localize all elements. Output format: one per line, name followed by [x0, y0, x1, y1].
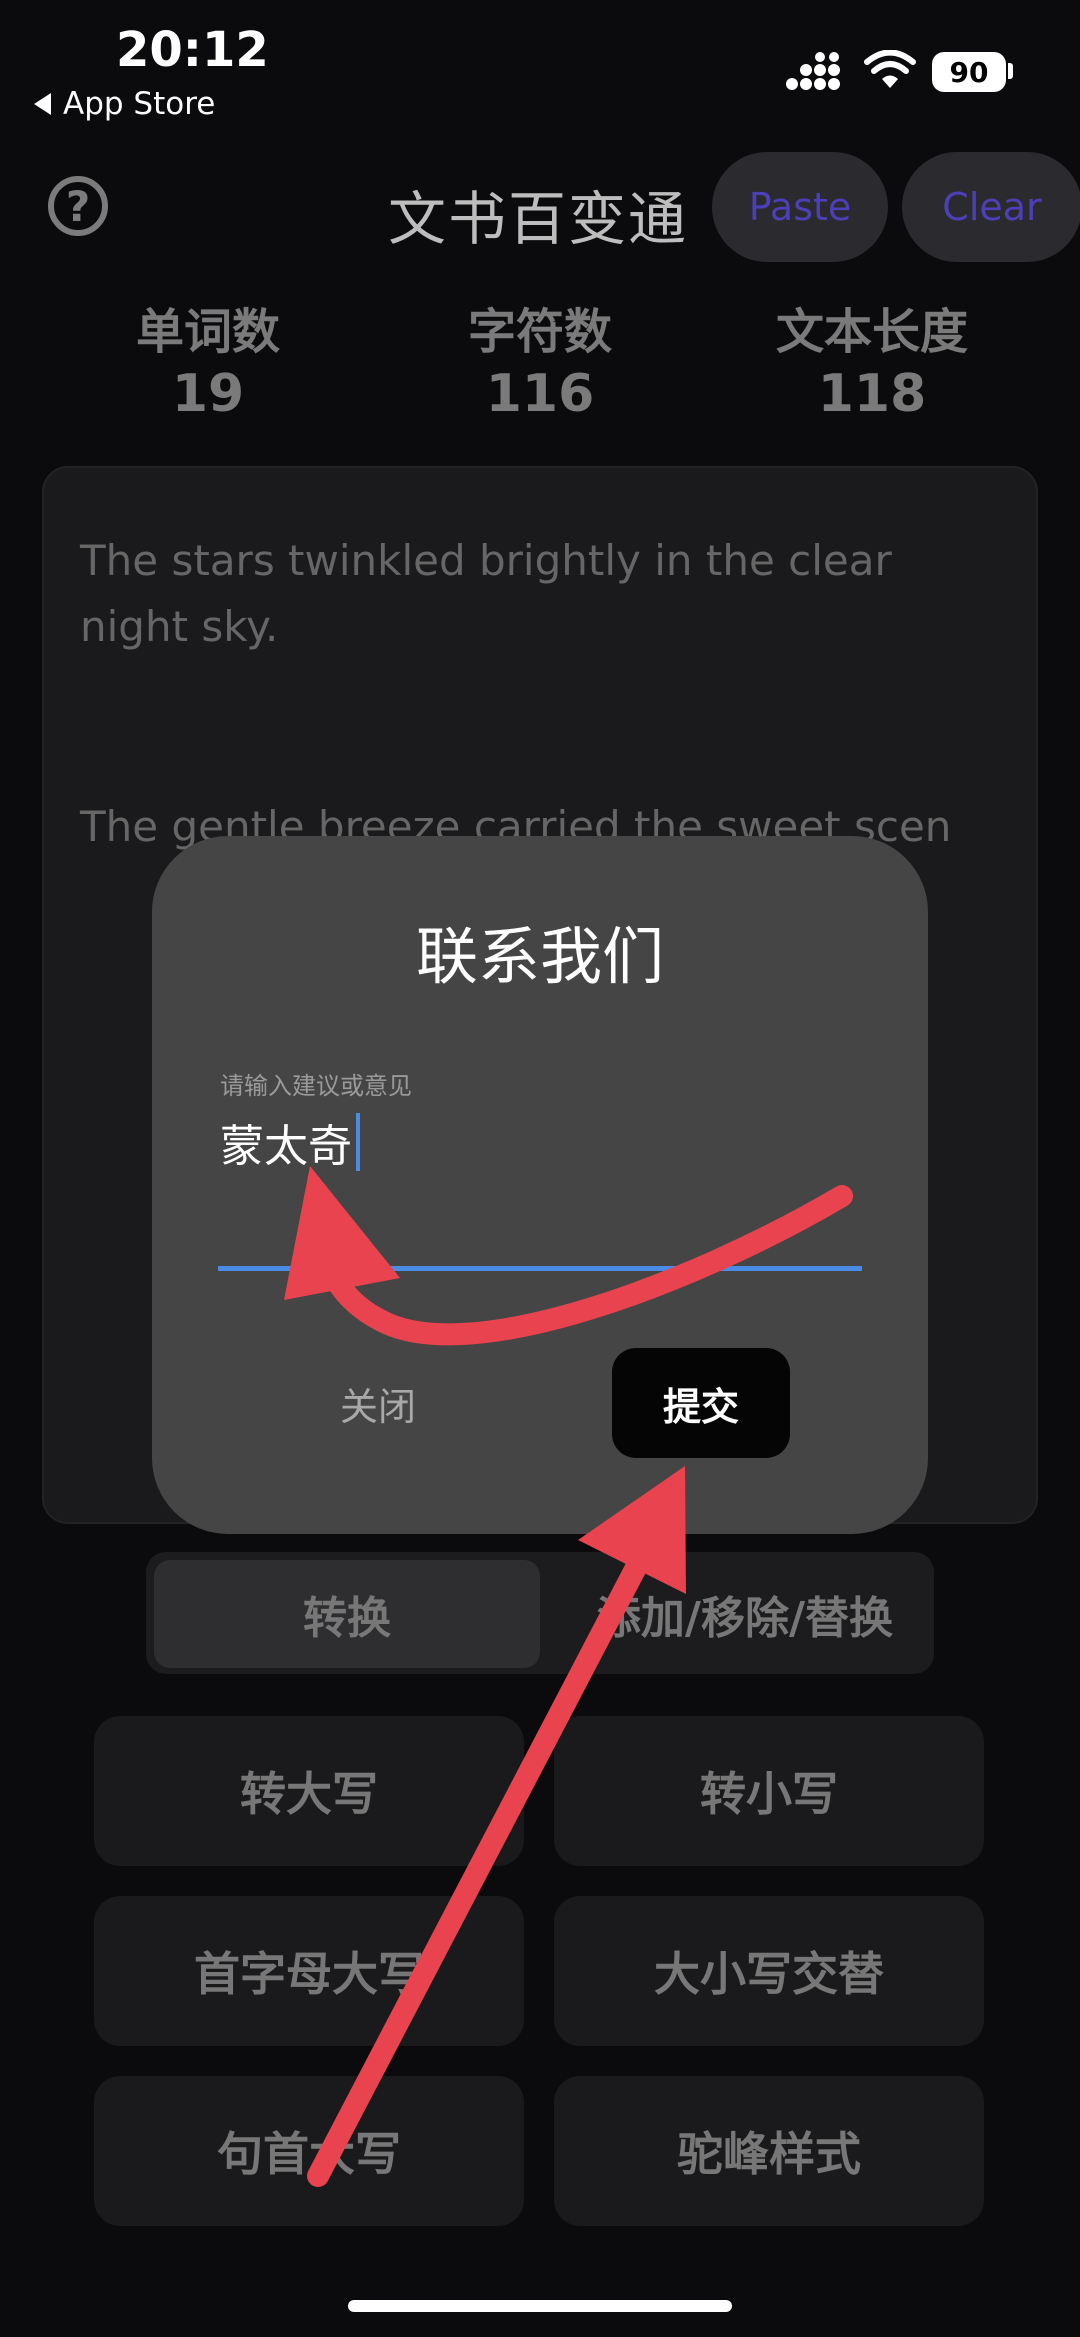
char-count-label: 字符数 [467, 304, 612, 360]
editor-paragraph: The stars twinkled brightly in the clear… [80, 536, 892, 651]
text-length-value: 118 [817, 364, 927, 424]
paste-button[interactable]: Paste [712, 152, 888, 262]
submit-button[interactable]: 提交 [612, 1348, 790, 1458]
cellular-signal-icon [786, 52, 840, 90]
back-to-app-store[interactable]: App Store [34, 86, 215, 122]
tab-convert[interactable]: 转换 [154, 1560, 540, 1668]
tab-add-remove-replace[interactable]: 添加/移除/替换 [560, 1560, 930, 1668]
dialog-title: 联系我们 [415, 920, 664, 993]
back-label: App Store [63, 86, 216, 122]
battery-cap [1008, 63, 1013, 79]
wifi-icon [864, 50, 916, 88]
home-indicator [348, 2300, 732, 2312]
word-count-label: 单词数 [135, 304, 280, 360]
battery-indicator: 90 [932, 52, 1006, 92]
lowercase-button[interactable]: 转小写 [554, 1716, 984, 1866]
feedback-input[interactable]: 蒙太奇 [220, 1110, 360, 1174]
word-count-value: 19 [171, 364, 245, 424]
help-icon[interactable]: ? [48, 176, 108, 236]
alternating-case-button[interactable]: 大小写交替 [554, 1896, 984, 2046]
close-button[interactable]: 关闭 [318, 1370, 438, 1436]
sentence-case-button[interactable]: 句首大写 [94, 2076, 524, 2226]
char-count-value: 116 [485, 364, 595, 424]
feedback-input-label: 请输入建议或意见 [220, 1072, 412, 1100]
clear-button[interactable]: Clear [902, 152, 1080, 262]
input-underline [218, 1266, 862, 1271]
capitalize-words-button[interactable]: 首字母大写 [94, 1896, 524, 2046]
uppercase-button[interactable]: 转大写 [94, 1716, 524, 1866]
feedback-input-value: 蒙太奇 [220, 1121, 352, 1172]
text-caret [356, 1113, 360, 1171]
status-time: 20:12 [116, 22, 269, 78]
app-title: 文书百变通 [388, 185, 689, 253]
back-triangle-icon [34, 93, 51, 115]
text-length-label: 文本长度 [775, 304, 968, 360]
camel-case-button[interactable]: 驼峰样式 [554, 2076, 984, 2226]
